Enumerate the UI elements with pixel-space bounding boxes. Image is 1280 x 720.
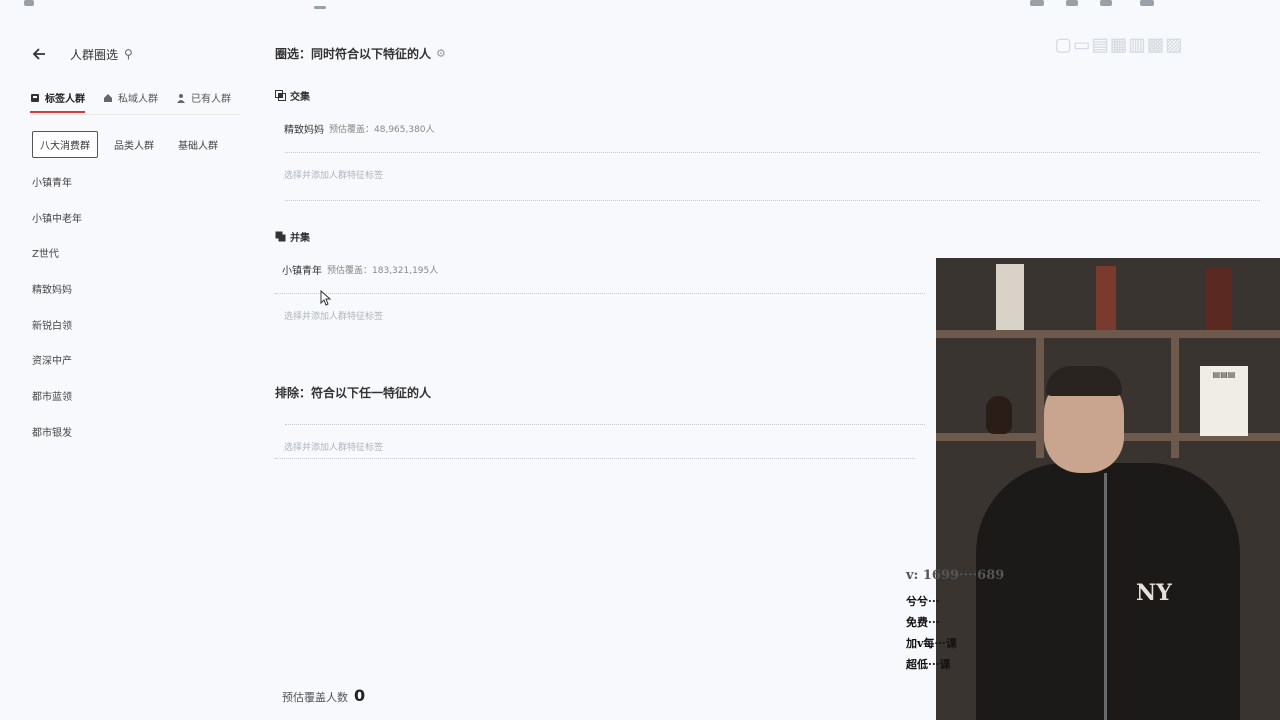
dotted-divider bbox=[285, 424, 925, 425]
list-item[interactable]: 都市蓝领 bbox=[32, 390, 82, 426]
segment-list: 小镇青年 小镇中老年 Z世代 精致妈妈 新锐白领 资深中产 都市蓝领 都市银发 bbox=[32, 176, 82, 462]
list-item[interactable]: 小镇青年 bbox=[32, 176, 82, 212]
add-tag-hint[interactable]: 选择并添加人群特征标签 bbox=[284, 168, 383, 181]
union-label-text: 并集 bbox=[290, 233, 310, 244]
tag-name: 小镇青年 bbox=[282, 266, 322, 277]
ny-logo: NY bbox=[1136, 580, 1172, 606]
include-title-text: 圈选：同时符合以下特征的人 bbox=[275, 47, 432, 61]
overlay-contact: v: 1699····689 bbox=[906, 568, 1005, 583]
list-item[interactable]: 精致妈妈 bbox=[32, 283, 82, 319]
person-icon bbox=[176, 93, 186, 103]
overlay-line: 加v每···课 bbox=[906, 637, 957, 650]
sidebar: 人群圈选 ⚲ 标签人群 私域人群 已有人群 八大消费群 品类人群 基础人群 小镇… bbox=[0, 0, 250, 720]
dotted-divider bbox=[275, 458, 915, 459]
tab-label: 已有人群 bbox=[191, 94, 231, 105]
union-tag[interactable]: 小镇青年 预估覆盖：183,321,195人 bbox=[282, 262, 438, 277]
dotted-divider bbox=[285, 152, 1260, 153]
overlay-line: 免费··· bbox=[906, 616, 940, 629]
tag-icon bbox=[30, 93, 40, 103]
list-item[interactable]: Z世代 bbox=[32, 247, 82, 283]
add-tag-hint[interactable]: 选择并添加人群特征标签 bbox=[284, 440, 383, 453]
list-item[interactable]: 资深中产 bbox=[32, 354, 82, 390]
intersection-tag[interactable]: 精致妈妈 预估覆盖：48,965,380人 bbox=[284, 121, 435, 136]
tag-count: 预估覆盖：48,965,380人 bbox=[329, 125, 435, 135]
tag-count: 预估覆盖：183,321,195人 bbox=[327, 266, 439, 276]
overlay-line: 兮兮··· bbox=[906, 595, 940, 608]
add-tag-hint[interactable]: 选择并添加人群特征标签 bbox=[284, 309, 383, 322]
union-icon bbox=[275, 231, 286, 242]
tab-tag-crowd[interactable]: 标签人群 bbox=[30, 90, 85, 113]
subtab-bar: 八大消费群 品类人群 基础人群 bbox=[32, 131, 234, 158]
include-section-title: 圈选：同时符合以下特征的人 ⚙ bbox=[275, 45, 446, 62]
intersection-label: 交集 bbox=[275, 88, 310, 103]
sidebar-header: 人群圈选 ⚲ bbox=[30, 44, 133, 64]
subtab-eight-consumer-groups[interactable]: 八大消费群 bbox=[32, 131, 98, 158]
union-label: 并集 bbox=[275, 229, 310, 244]
tab-private-crowd[interactable]: 私域人群 bbox=[103, 90, 158, 113]
arrow-left-icon[interactable] bbox=[30, 44, 50, 64]
page-title: 人群圈选 bbox=[70, 47, 119, 62]
list-item[interactable]: 小镇中老年 bbox=[32, 212, 82, 248]
dotted-divider bbox=[285, 200, 1260, 201]
pin-icon[interactable]: ⚲ bbox=[124, 47, 133, 61]
dotted-divider bbox=[275, 293, 925, 294]
book-cover: ▤▤▤ bbox=[1200, 366, 1248, 436]
webcam-video-overlay: ▤▤▤ NY bbox=[936, 258, 1280, 720]
overlay-line: 超低···课 bbox=[906, 658, 951, 671]
intersection-label-text: 交集 bbox=[290, 92, 310, 103]
mouse-cursor-icon bbox=[320, 289, 332, 306]
intersection-icon bbox=[275, 90, 286, 101]
tab-bar: 标签人群 私域人群 已有人群 bbox=[30, 90, 249, 113]
subtab-category-crowd[interactable]: 品类人群 bbox=[106, 131, 162, 158]
exclude-title-text: 排除：符合以下任一特征的人 bbox=[275, 386, 432, 400]
coverage-label: 预估覆盖人数 bbox=[282, 691, 348, 704]
list-item[interactable]: 都市银发 bbox=[32, 426, 82, 462]
tab-existing-crowd[interactable]: 已有人群 bbox=[176, 90, 231, 113]
tab-label: 私域人群 bbox=[118, 94, 158, 105]
tab-divider bbox=[30, 114, 240, 115]
gear-icon[interactable]: ⚙ bbox=[436, 47, 446, 60]
coverage-value: 0 bbox=[354, 686, 366, 705]
tag-name: 精致妈妈 bbox=[284, 125, 324, 136]
tab-label: 标签人群 bbox=[45, 94, 85, 105]
estimated-coverage: 预估覆盖人数 0 bbox=[282, 686, 365, 705]
subtab-basic-crowd[interactable]: 基础人群 bbox=[170, 131, 226, 158]
list-item[interactable]: 新锐白领 bbox=[32, 319, 82, 355]
house-icon bbox=[103, 93, 113, 103]
exclude-section-title: 排除：符合以下任一特征的人 bbox=[275, 384, 431, 401]
